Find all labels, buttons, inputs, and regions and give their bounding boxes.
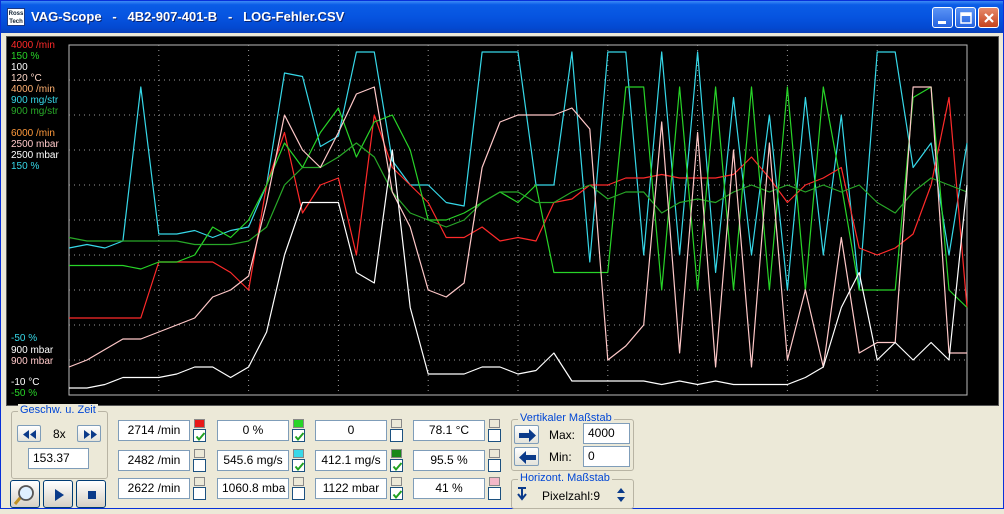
- channel-value-field[interactable]: 2622 /min: [118, 478, 190, 499]
- arrow-right-icon: [519, 429, 536, 442]
- channel-color-swatch[interactable]: [194, 449, 205, 458]
- play-button[interactable]: [43, 480, 73, 508]
- ross-tech-logo: Ross Tech: [7, 8, 25, 26]
- channel-value-field[interactable]: 545.6 mg/s: [217, 450, 289, 471]
- axis-label: 2500 mbar: [11, 150, 59, 161]
- channel-color-swatch[interactable]: [391, 477, 402, 486]
- window-title: VAG-Scope - 4B2-907-401-B - LOG-Fehler.C…: [31, 9, 345, 24]
- axis-label: 120 °C: [11, 73, 42, 84]
- checkmark-icon: [392, 462, 403, 472]
- channel-value-field[interactable]: 78.1 °C: [413, 420, 485, 441]
- axis-label: -10 °C: [11, 377, 40, 388]
- channel-checkbox[interactable]: [292, 459, 305, 472]
- channel-checkbox[interactable]: [488, 459, 501, 472]
- channel-checkbox[interactable]: [488, 429, 501, 442]
- scale-down-button[interactable]: [514, 447, 539, 466]
- horizontal-scale-title: Horizont. Maßstab: [518, 472, 612, 484]
- axis-label: -50 %: [11, 388, 38, 399]
- slower-button[interactable]: [17, 425, 41, 442]
- channel-value-field[interactable]: 41 %: [413, 478, 485, 499]
- channel-value-field[interactable]: 412.1 mg/s: [315, 450, 387, 471]
- min-field[interactable]: 0: [583, 446, 630, 467]
- channel-checkbox[interactable]: [193, 459, 206, 472]
- channel-checkbox[interactable]: [390, 487, 403, 500]
- arrow-left-icon: [519, 451, 536, 464]
- axis-label: 2500 mbar: [11, 139, 59, 150]
- speed-time-title: Geschw. u. Zeit: [18, 404, 98, 416]
- channel-checkbox[interactable]: [488, 487, 501, 500]
- channel-color-swatch[interactable]: [194, 477, 205, 486]
- arrow-down-icon: [517, 487, 527, 501]
- channel-color-swatch[interactable]: [293, 449, 304, 458]
- axis-label: 150 %: [11, 51, 40, 62]
- channel-checkbox[interactable]: [390, 459, 403, 472]
- channel-checkbox[interactable]: [390, 429, 403, 442]
- maximize-icon: [960, 12, 972, 24]
- axis-label: 900 mg/str: [11, 95, 59, 106]
- scale-up-button[interactable]: [514, 425, 539, 444]
- checkmark-icon: [294, 462, 305, 472]
- title-bar[interactable]: Ross Tech VAG-Scope - 4B2-907-401-B - LO…: [1, 1, 1003, 33]
- checkmark-icon: [195, 432, 206, 442]
- channel-color-swatch[interactable]: [391, 419, 402, 428]
- app-window: Ross Tech VAG-Scope - 4B2-907-401-B - LO…: [0, 0, 1004, 509]
- speed-time-group: Geschw. u. Zeit 8x 153.37: [11, 404, 108, 479]
- hscale-decrease-button[interactable]: [516, 486, 528, 504]
- channel-color-swatch[interactable]: [293, 477, 304, 486]
- axis-label: 100: [11, 62, 28, 73]
- channel-value-field[interactable]: 95.5 %: [413, 450, 485, 471]
- magnifier-icon: [13, 485, 34, 505]
- channel-color-swatch[interactable]: [489, 449, 500, 458]
- line-chart: [68, 44, 968, 396]
- minimize-button[interactable]: [932, 7, 953, 28]
- axis-label: 900 mg/str: [11, 106, 59, 117]
- channel-color-swatch[interactable]: [194, 419, 205, 428]
- channel-color-swatch[interactable]: [391, 449, 402, 458]
- pixel-count-label: Pixelzahl:9: [542, 489, 601, 503]
- series-line-3: [68, 142, 968, 246]
- stop-button[interactable]: [76, 480, 106, 508]
- checkmark-icon: [294, 432, 305, 442]
- channel-value-field[interactable]: 0 %: [217, 420, 289, 441]
- channel-checkbox[interactable]: [292, 487, 305, 500]
- channel-checkbox[interactable]: [193, 429, 206, 442]
- channel-color-swatch[interactable]: [293, 419, 304, 428]
- max-field[interactable]: 4000: [583, 423, 630, 444]
- channel-color-swatch[interactable]: [489, 419, 500, 428]
- minimize-icon: [938, 21, 946, 24]
- axis-label: 4000 /min: [11, 84, 55, 95]
- axis-label: 4000 /min: [11, 40, 55, 51]
- channel-value-field[interactable]: 1122 mbar: [315, 478, 387, 499]
- max-label: Max:: [549, 428, 576, 442]
- fast-forward-icon: [84, 430, 97, 439]
- channel-checkbox[interactable]: [193, 487, 206, 500]
- channel-value-field[interactable]: 2482 /min: [118, 450, 190, 471]
- close-button[interactable]: [978, 7, 999, 28]
- axis-label: 150 %: [11, 161, 40, 172]
- stop-icon: [88, 491, 96, 499]
- zoom-button[interactable]: [10, 480, 40, 508]
- hscale-increase-button[interactable]: [615, 486, 627, 504]
- channel-checkbox[interactable]: [292, 429, 305, 442]
- checkmark-icon: [392, 490, 403, 500]
- faster-button[interactable]: [77, 425, 101, 442]
- speed-value: 8x: [53, 427, 66, 441]
- axis-label: 900 mbar: [11, 345, 54, 356]
- axis-label: -50 %: [11, 333, 38, 344]
- rewind-icon: [23, 430, 36, 439]
- time-field[interactable]: 153.37: [28, 448, 89, 469]
- channel-value-field[interactable]: 2714 /min: [118, 420, 190, 441]
- channel-color-swatch[interactable]: [489, 477, 500, 486]
- channel-value-field[interactable]: 1060.8 mba: [217, 478, 289, 499]
- axis-label: 6000 /min: [11, 128, 55, 139]
- play-icon: [55, 489, 64, 501]
- close-icon: [984, 13, 994, 23]
- axis-label: 900 mbar: [11, 356, 54, 367]
- arrow-up-down-icon: [617, 488, 625, 502]
- scope-plot-area[interactable]: 4000 /min 150 % 100 120 °C 4000 /min 900 mg/s…: [6, 36, 999, 406]
- channel-value-field[interactable]: 0: [315, 420, 387, 441]
- maximize-button[interactable]: [955, 7, 976, 28]
- min-label: Min:: [549, 450, 572, 464]
